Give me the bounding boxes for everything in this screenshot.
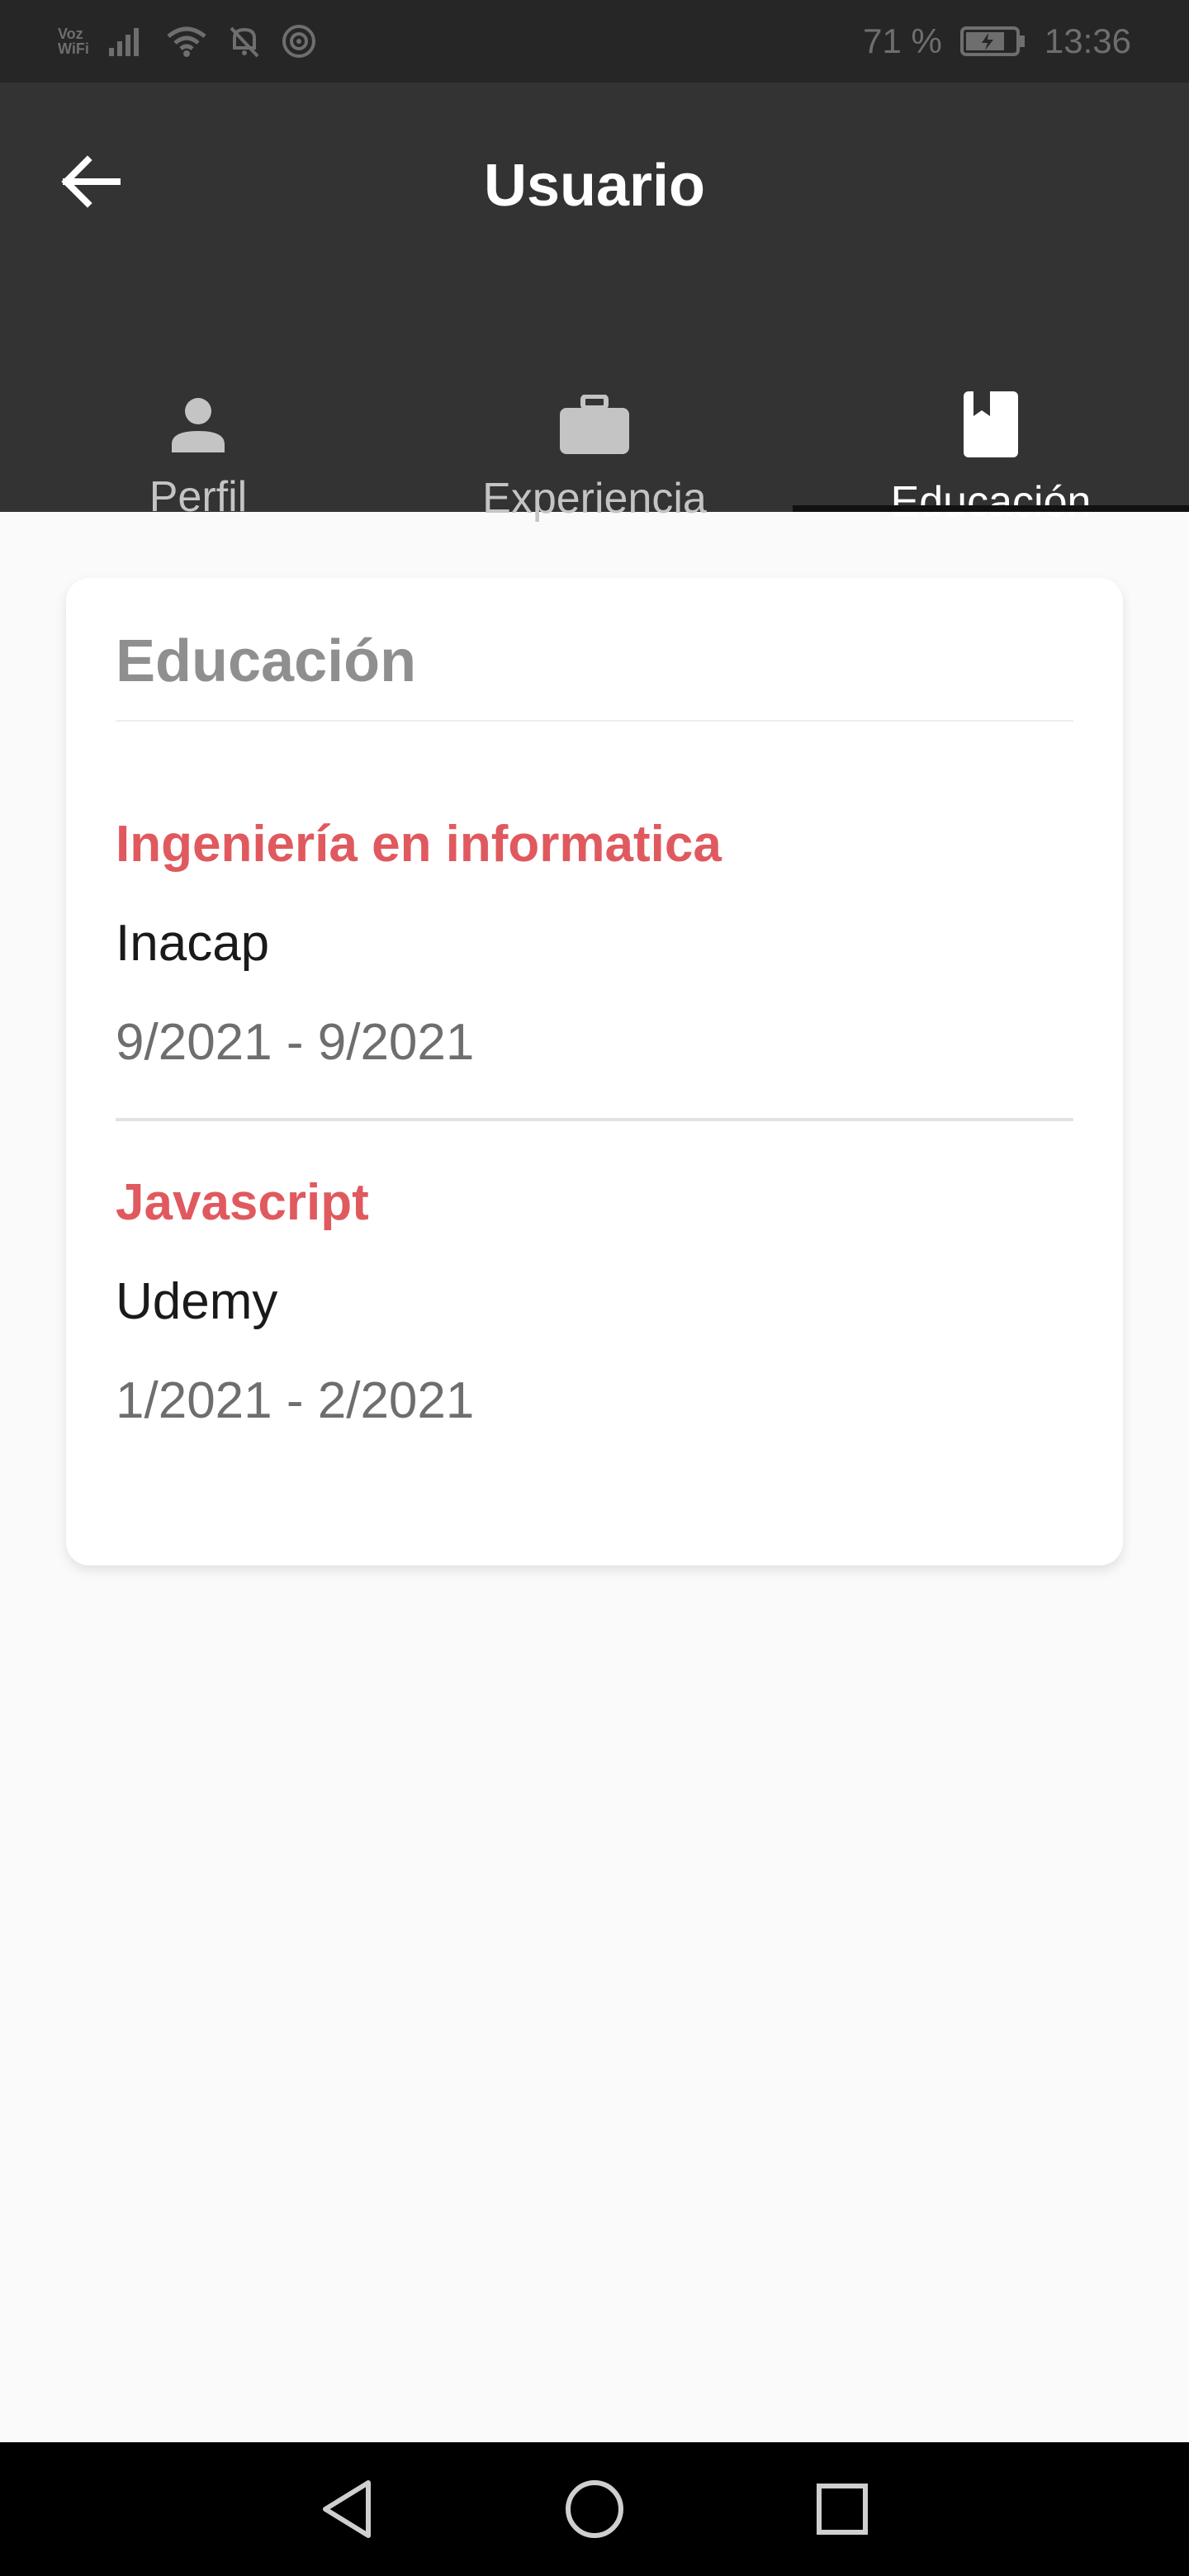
tab-label-educacion: Educación	[890, 478, 1092, 526]
hotspot-icon	[281, 23, 317, 59]
status-left: Voz WiFi	[58, 23, 317, 59]
list-item: Javascript Udemy 1/2021 - 2/2021	[116, 1171, 1073, 1433]
education-dates: 9/2021 - 9/2021	[116, 1014, 475, 1071]
card-title-divider	[116, 720, 1073, 722]
education-institution: Inacap	[116, 915, 270, 972]
battery-percent: 71 %	[863, 21, 942, 60]
nav-recents-button[interactable]	[805, 2472, 879, 2546]
tab-label-perfil: Perfil	[149, 473, 248, 521]
nav-home-button[interactable]	[557, 2472, 632, 2546]
nav-back-button[interactable]	[310, 2472, 384, 2546]
mute-bell-icon	[226, 23, 263, 59]
clock: 13:36	[1044, 21, 1131, 60]
vowifi-label: Voz WiFi	[58, 26, 89, 56]
active-tab-indicator	[793, 505, 1189, 512]
tab-bar: Perfil Experiencia Educación	[0, 289, 1189, 526]
tab-perfil[interactable]: Perfil	[0, 289, 396, 521]
card-title: Educación	[116, 628, 417, 694]
education-dates: 1/2021 - 2/2021	[116, 1372, 475, 1429]
signal-icon	[107, 25, 147, 58]
tab-label-experiencia: Experiencia	[482, 475, 707, 523]
education-list: Ingeniería en informatica Inacap 9/2021 …	[116, 812, 1073, 1433]
education-degree: Ingeniería en informatica	[116, 816, 722, 873]
back-triangle-icon	[323, 2480, 371, 2538]
battery-icon	[959, 25, 1026, 58]
app-bar: Usuario Perfil Experiencia Educación	[0, 83, 1189, 526]
education-card: Educación Ingeniería en informatica Inac…	[66, 578, 1123, 1565]
network-label: Voz WiFi	[58, 26, 89, 57]
bookmark-book-icon	[964, 391, 1018, 457]
person-icon	[170, 396, 226, 452]
tab-experiencia[interactable]: Experiencia	[396, 289, 793, 523]
screen: Voz WiFi 71 % 13:36 Usuario Perfil Exper…	[0, 0, 1189, 2576]
tab-educacion[interactable]: Educación	[793, 289, 1189, 526]
system-nav-bar	[0, 2442, 1189, 2576]
list-divider	[116, 1118, 1073, 1121]
education-degree: Javascript	[116, 1174, 369, 1231]
home-circle-icon	[566, 2480, 623, 2538]
list-item: Ingeniería en informatica Inacap 9/2021 …	[116, 812, 1073, 1121]
page-title: Usuario	[483, 153, 706, 219]
education-institution: Udemy	[116, 1273, 278, 1330]
wifi-icon	[165, 25, 208, 58]
status-bar: Voz WiFi 71 % 13:36	[0, 0, 1189, 83]
briefcase-icon	[560, 395, 629, 454]
status-right: 71 % 13:36	[863, 21, 1131, 61]
recents-square-icon	[817, 2484, 868, 2535]
